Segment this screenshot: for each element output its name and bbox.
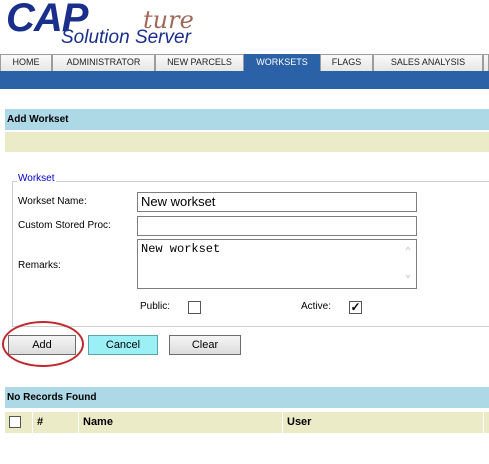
stored-proc-label: Custom Stored Proc: — [18, 220, 111, 231]
main-nav: HOME ADMINISTRATOR NEW PARCELS WORKSETS … — [0, 54, 489, 71]
column-name[interactable]: Name — [80, 412, 283, 433]
section-title: Add Workset — [5, 109, 489, 130]
workset-name-label: Workset Name: — [18, 196, 87, 207]
scroll-up-icon[interactable]: ⌃ — [401, 241, 415, 264]
logo-subtitle: Solution Server — [61, 27, 191, 48]
nav-sales-analysis[interactable]: SALES ANALYSIS — [373, 54, 483, 71]
public-checkbox[interactable] — [188, 301, 201, 314]
select-all-checkbox[interactable] — [9, 416, 21, 428]
nav-overflow[interactable] — [483, 54, 489, 71]
cancel-button[interactable]: Cancel — [88, 335, 158, 355]
clear-button[interactable]: Clear — [169, 335, 241, 355]
section-subbar — [5, 132, 489, 152]
app-logo: CAP ture Solution Server — [0, 0, 250, 50]
nav-home[interactable]: HOME — [0, 54, 52, 71]
nav-administrator[interactable]: ADMINISTRATOR — [52, 54, 155, 71]
scroll-down-icon[interactable]: ⌄ — [401, 264, 415, 287]
active-label: Active: — [301, 301, 332, 312]
stored-proc-input[interactable] — [137, 216, 417, 236]
active-checkbox[interactable]: ✓ — [349, 301, 362, 314]
remarks-scrollbar[interactable]: ⌃ ⌄ — [401, 241, 415, 287]
nav-flags[interactable]: FLAGS — [320, 54, 373, 71]
remarks-label: Remarks: — [18, 260, 61, 271]
column-number[interactable]: # — [34, 412, 79, 433]
checkmark-icon: ✓ — [350, 300, 361, 314]
fieldset-legend: Workset — [17, 173, 56, 184]
nav-worksets[interactable]: WORKSETS — [244, 54, 320, 71]
nav-underline-bar — [0, 71, 489, 89]
highlight-circle — [2, 321, 84, 367]
remarks-textarea[interactable]: New workset ⌃ ⌄ — [137, 239, 417, 289]
select-all-cell — [5, 412, 33, 433]
public-label: Public: — [140, 301, 171, 312]
remarks-text: New workset — [141, 242, 221, 256]
column-overflow — [485, 412, 489, 433]
workset-name-input[interactable]: New workset — [137, 192, 417, 212]
column-user[interactable]: User — [284, 412, 484, 433]
results-status: No Records Found — [5, 387, 489, 408]
results-table-header: # Name User — [5, 412, 489, 433]
nav-new-parcels[interactable]: NEW PARCELS — [155, 54, 244, 71]
